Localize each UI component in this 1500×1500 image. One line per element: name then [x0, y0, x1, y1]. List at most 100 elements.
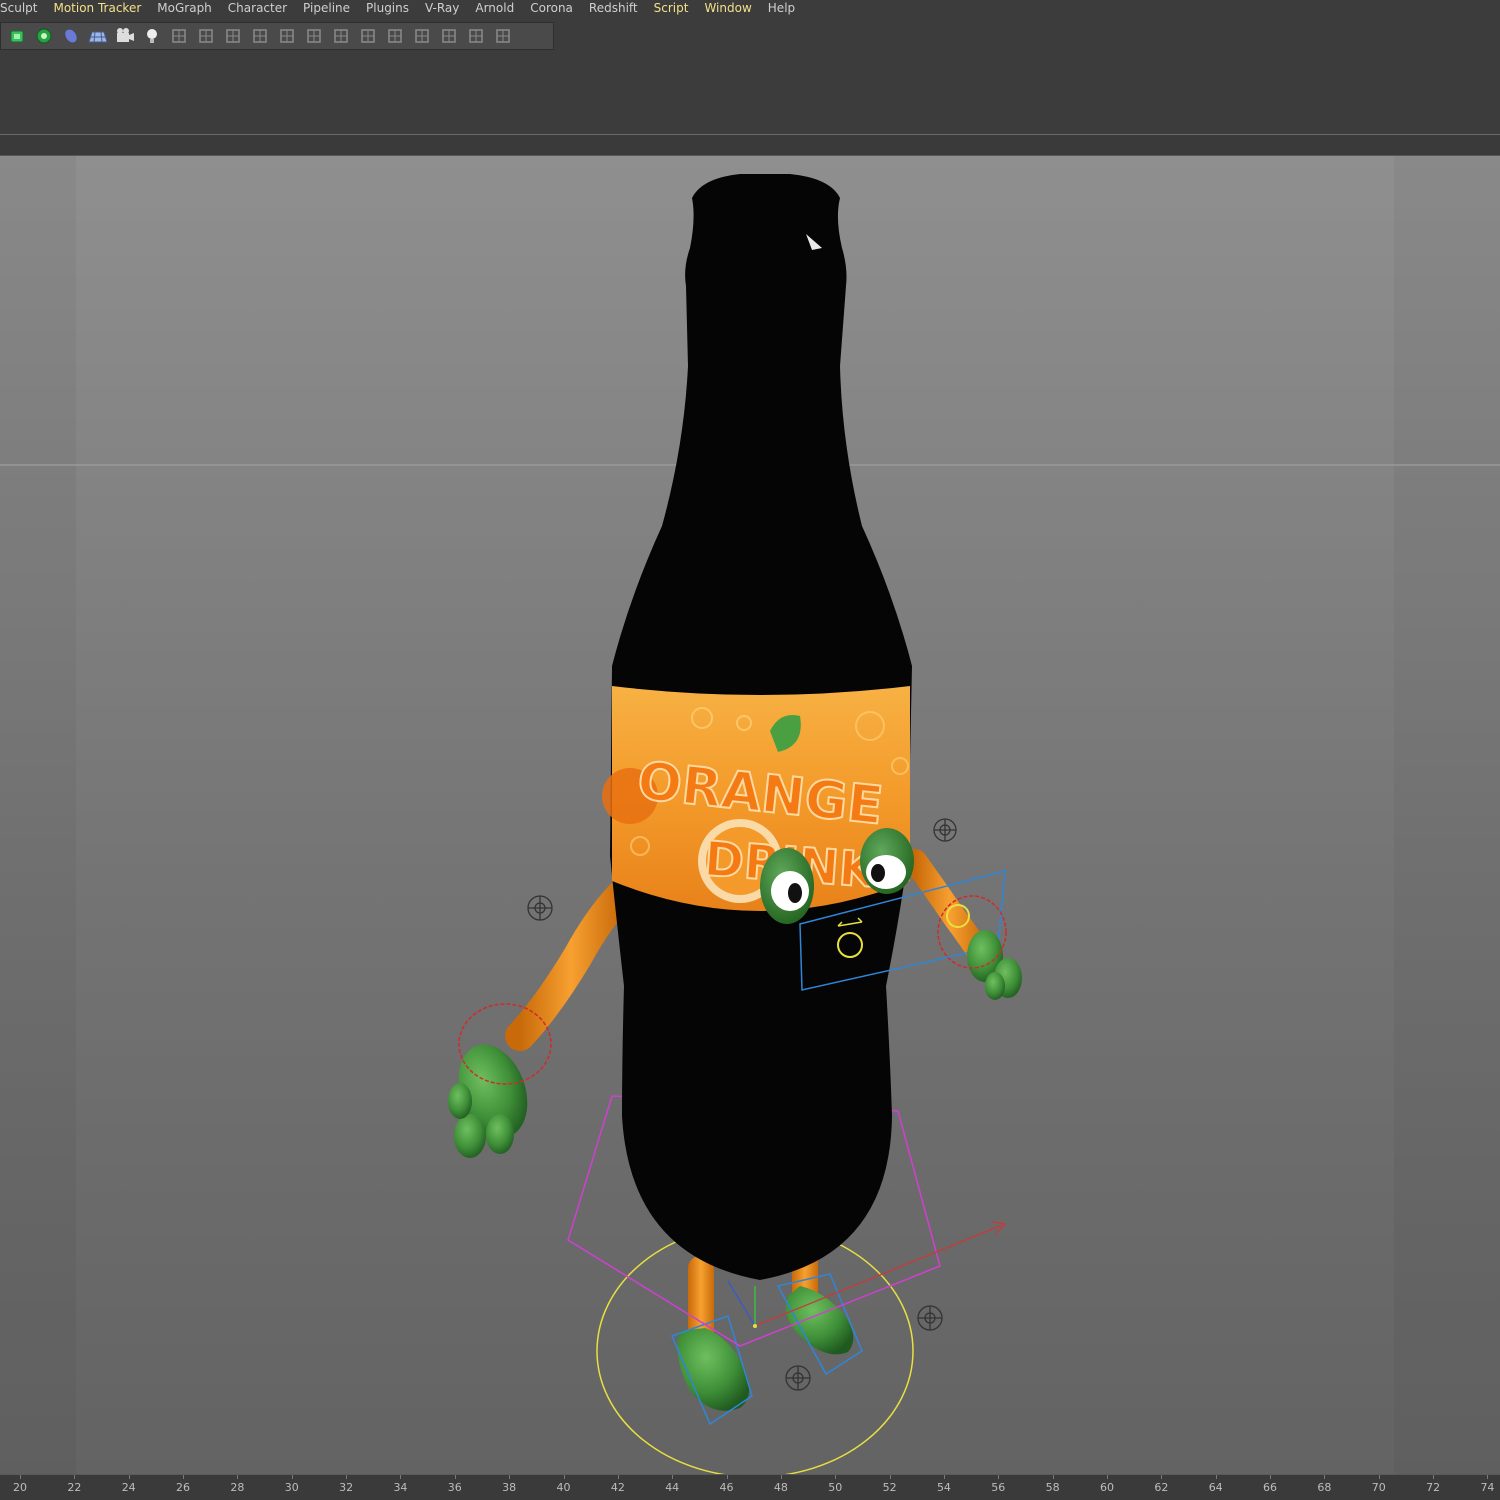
dots-grid-icon-2[interactable]	[462, 24, 489, 48]
ruler-tick	[1161, 1475, 1163, 1479]
ruler-label: 32	[339, 1481, 354, 1494]
viewport-right-band	[1394, 156, 1500, 1474]
ruler-label: 60	[1100, 1481, 1114, 1494]
menu-redshift[interactable]: Redshift	[581, 0, 646, 16]
menu-arnold[interactable]: Arnold	[467, 0, 522, 16]
menu-sculpt[interactable]: Sculpt	[0, 0, 45, 16]
ruler-tick	[889, 1475, 891, 1479]
ruler-tick	[183, 1475, 185, 1479]
spline-gear-icon[interactable]	[30, 24, 57, 48]
bone-tool-icon[interactable]	[300, 24, 327, 48]
ruler-tick	[780, 1475, 782, 1479]
toolbar	[0, 22, 554, 50]
ruler-label: 34	[393, 1481, 408, 1494]
grid-array-icon[interactable]	[408, 24, 435, 48]
ruler-tick	[1324, 1475, 1326, 1479]
ruler-tick	[1433, 1475, 1435, 1479]
ruler-label: 22	[67, 1481, 82, 1494]
ruler-label: 26	[176, 1481, 191, 1494]
menu-character[interactable]: Character	[220, 0, 295, 16]
menu-motion-tracker[interactable]: Motion Tracker	[45, 0, 149, 16]
ruler-tick	[998, 1475, 1000, 1479]
menu-bar: Sculpt Motion Tracker MoGraph Character Pipe…	[0, 0, 1500, 16]
dots-grid-icon-3[interactable]	[489, 24, 516, 48]
ruler-label: 36	[447, 1481, 462, 1494]
ruler-label: 46	[719, 1481, 734, 1494]
menu-plugins[interactable]: Plugins	[358, 0, 417, 16]
ruler-tick	[563, 1475, 565, 1479]
menu-mograph[interactable]: MoGraph	[149, 0, 220, 16]
mesh-tool-icon[interactable]	[327, 24, 354, 48]
nurbs-icon[interactable]	[57, 24, 84, 48]
menu-corona[interactable]: Corona	[522, 0, 581, 16]
symmetry-icon[interactable]	[192, 24, 219, 48]
ruler-tick	[617, 1475, 619, 1479]
menu-window[interactable]: Window	[696, 0, 759, 16]
ruler-tick	[1487, 1475, 1489, 1479]
ruler-label: 62	[1154, 1481, 1169, 1494]
ruler-tick	[128, 1475, 130, 1479]
ruler-label: 40	[556, 1481, 571, 1494]
ruler-label: 70	[1371, 1481, 1386, 1494]
joint-tool-icon[interactable]	[246, 24, 273, 48]
ruler-tick	[835, 1475, 837, 1479]
ruler-label: 30	[284, 1481, 299, 1494]
ruler-tick	[943, 1475, 945, 1479]
left-shoe	[677, 1328, 750, 1411]
knee-pole-right-icon[interactable]	[917, 1305, 943, 1331]
ruler-label: 52	[882, 1481, 897, 1494]
elbow-pole-right-icon[interactable]	[933, 818, 957, 842]
attribute-panel	[0, 50, 1500, 134]
ruler-tick	[1270, 1475, 1272, 1479]
ruler-tick	[20, 1475, 21, 1479]
ruler-label: 72	[1426, 1481, 1441, 1494]
left-glove	[448, 1044, 528, 1158]
menu-v-ray[interactable]: V-Ray	[417, 0, 467, 16]
ik-tool-icon[interactable]	[273, 24, 300, 48]
viewport-header	[0, 135, 1500, 156]
ruler-tick	[346, 1475, 348, 1479]
dots-grid-icon[interactable]	[435, 24, 462, 48]
floor-grid-icon[interactable]	[84, 24, 111, 48]
ruler-tick	[74, 1475, 76, 1479]
timeline-ruler[interactable]: 20 22 24 26 28 30 32 34 36 38 40 42 44 46 48 50 52 54 56 58…	[0, 1474, 1500, 1500]
ruler-label: 38	[502, 1481, 517, 1494]
ruler-label: 54	[936, 1481, 951, 1494]
ruler-label: 68	[1317, 1481, 1332, 1494]
ruler-label: 44	[665, 1481, 680, 1494]
ruler-label: 64	[1208, 1481, 1223, 1494]
ruler-tick	[509, 1475, 511, 1479]
menu-help[interactable]: Help	[760, 0, 803, 16]
box-tool-icon[interactable]	[354, 24, 381, 48]
right-eye	[860, 828, 914, 894]
ruler-tick	[726, 1475, 728, 1479]
ruler-tick	[291, 1475, 293, 1479]
light-bulb-icon[interactable]	[138, 24, 165, 48]
ruler-label: 56	[991, 1481, 1006, 1494]
ruler-label: 48	[773, 1481, 788, 1494]
viewport-left-band	[0, 156, 76, 1474]
deformer-icon[interactable]	[165, 24, 192, 48]
array-icon[interactable]	[381, 24, 408, 48]
ruler-label: 24	[121, 1481, 136, 1494]
knee-pole-left-icon[interactable]	[785, 1365, 811, 1391]
ruler-label: 66	[1263, 1481, 1278, 1494]
ruler-label: 20	[13, 1481, 27, 1494]
ruler-tick	[1107, 1475, 1108, 1479]
ruler-label: 50	[828, 1481, 843, 1494]
ruler-tick	[672, 1475, 674, 1479]
ruler-label: 58	[1045, 1481, 1060, 1494]
ruler-tick	[454, 1475, 456, 1479]
ruler-label: 42	[610, 1481, 625, 1494]
3d-viewport[interactable]: ORANGE DRINK	[0, 156, 1500, 1474]
camera-icon[interactable]	[111, 24, 138, 48]
right-glove	[967, 930, 1022, 1000]
menu-script[interactable]: Script	[646, 0, 697, 16]
ruler-tick	[1215, 1475, 1217, 1479]
cube-object-icon[interactable]	[3, 24, 30, 48]
ruler-tick	[400, 1475, 402, 1479]
menu-pipeline[interactable]: Pipeline	[295, 0, 358, 16]
polygon-cube-icon[interactable]	[219, 24, 246, 48]
elbow-pole-left-icon[interactable]	[527, 895, 553, 921]
ruler-label: 28	[230, 1481, 245, 1494]
